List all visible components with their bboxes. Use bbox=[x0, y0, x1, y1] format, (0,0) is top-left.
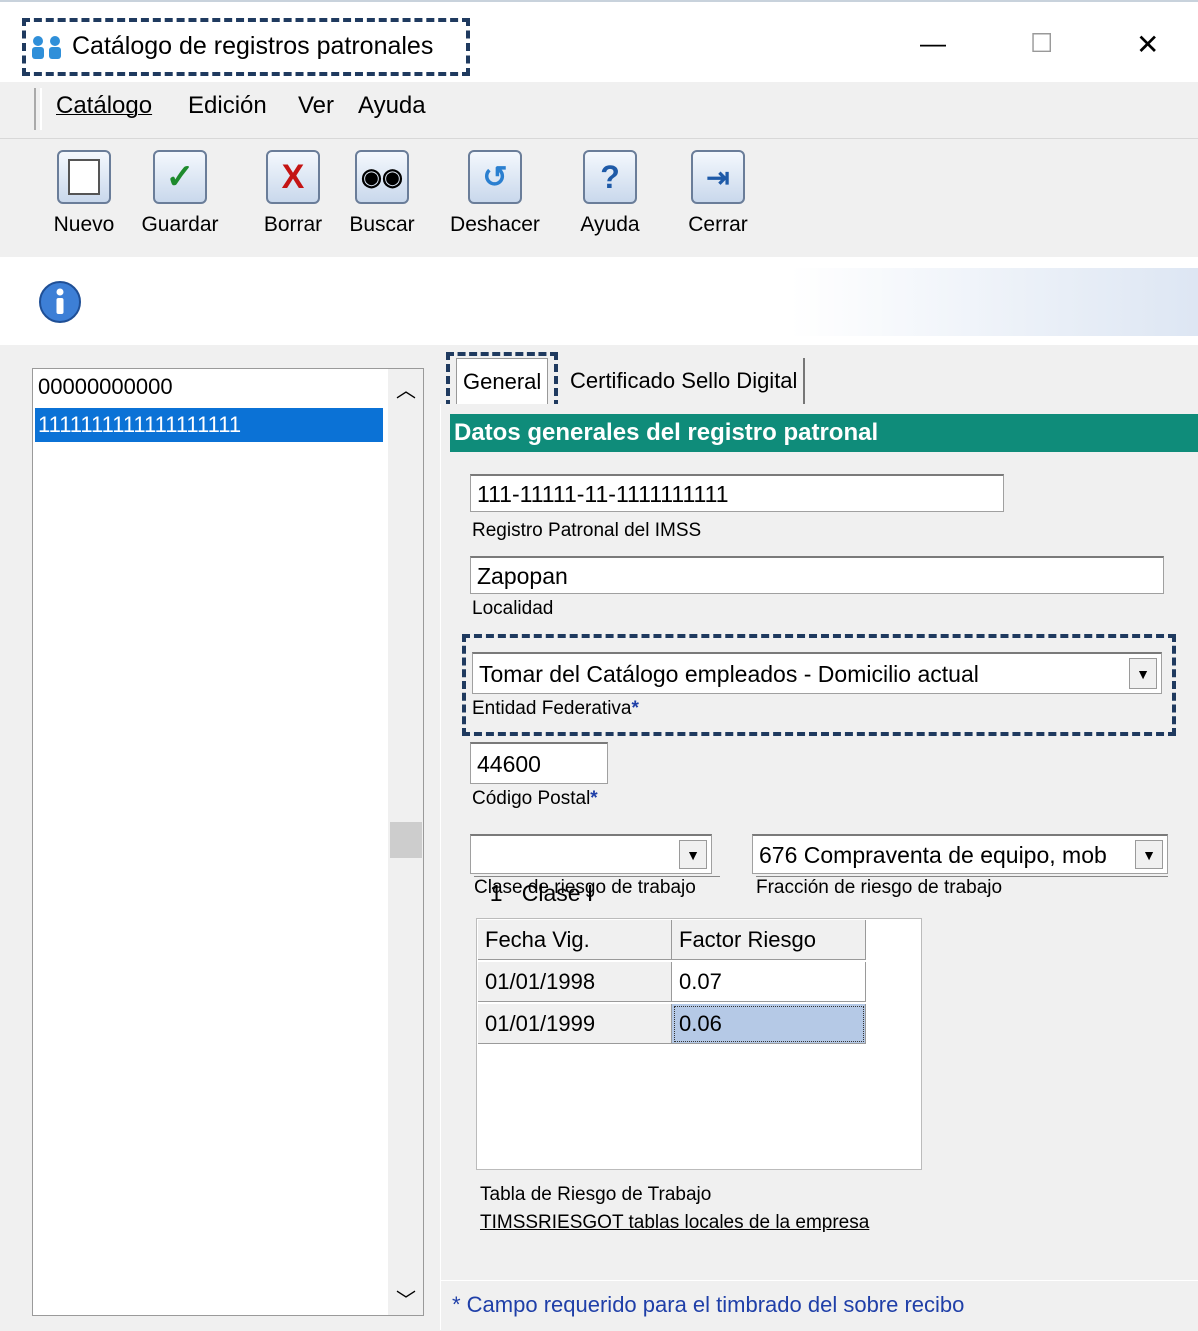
guardar-button[interactable]: ✓ Guardar bbox=[136, 150, 224, 237]
grid-header-fecha[interactable]: Fecha Vig. bbox=[478, 920, 672, 960]
entidad-label-text: Entidad Federativa bbox=[472, 698, 632, 719]
borrar-button[interactable]: X Borrar bbox=[256, 150, 330, 237]
close-button[interactable]: ✕ bbox=[1136, 28, 1159, 61]
grid-cell-fecha[interactable]: 01/01/1999 bbox=[478, 1004, 672, 1044]
delete-x-icon: X bbox=[266, 150, 320, 204]
borrar-label: Borrar bbox=[263, 213, 323, 236]
codigo-postal-label: Código Postal* bbox=[472, 788, 598, 810]
entidad-federativa-label: Entidad Federativa* bbox=[472, 698, 639, 720]
fraccion-riesgo-label: Fracción de riesgo de trabajo bbox=[756, 876, 1168, 899]
list-item[interactable]: 00000000000 bbox=[35, 370, 383, 404]
footer-divider bbox=[440, 1280, 1198, 1281]
deshacer-label: Deshacer bbox=[450, 213, 540, 236]
clase-riesgo-select[interactable]: 1 Clase I ▼ bbox=[470, 834, 712, 906]
menu-ver[interactable]: Ver bbox=[298, 92, 334, 120]
codigo-postal-label-text: Código Postal bbox=[472, 788, 591, 809]
guardar-label: Guardar bbox=[141, 213, 219, 236]
list-item-selected[interactable]: 1111111111111111111 bbox=[35, 408, 383, 442]
scroll-thumb[interactable] bbox=[390, 822, 422, 858]
menu-grip bbox=[34, 88, 42, 130]
required-note: * Campo requerido para el timbrado del s… bbox=[452, 1292, 965, 1317]
undo-icon: ↺ bbox=[468, 150, 522, 204]
buscar-button[interactable]: ◉◉ Buscar bbox=[342, 150, 422, 237]
ayuda-button[interactable]: ? Ayuda bbox=[570, 150, 650, 237]
registros-listbox[interactable] bbox=[32, 368, 424, 1316]
menu-bar bbox=[0, 82, 1198, 139]
exit-door-icon: ⇥ bbox=[691, 150, 745, 204]
table-link[interactable]: TIMSSRIESGOT tablas locales de la empres… bbox=[480, 1212, 869, 1234]
cerrar-label: Cerrar bbox=[688, 213, 748, 236]
new-document-icon bbox=[57, 150, 111, 204]
scroll-up-icon[interactable]: ︿ bbox=[396, 374, 416, 403]
registro-patronal-label: Registro Patronal del IMSS bbox=[472, 520, 702, 541]
localidad-label: Localidad bbox=[472, 598, 554, 619]
dropdown-arrow-icon[interactable]: ▼ bbox=[679, 840, 707, 869]
grid-cell-fecha[interactable]: 01/01/1998 bbox=[478, 962, 672, 1002]
info-icon bbox=[38, 280, 82, 324]
nuevo-label: Nuevo bbox=[53, 213, 115, 236]
grid-cell-factor-selected[interactable]: 0.06 bbox=[672, 1004, 866, 1044]
codigo-postal-input[interactable]: 44600 bbox=[470, 742, 608, 784]
required-asterisk: * bbox=[590, 788, 598, 809]
deshacer-button[interactable]: ↺ Deshacer bbox=[442, 150, 548, 237]
entidad-federativa-value: Tomar del Catálogo empleados - Domicilio… bbox=[479, 661, 979, 687]
nuevo-button[interactable]: Nuevo bbox=[46, 150, 122, 237]
menu-catalogo[interactable]: Catálogo bbox=[56, 92, 152, 120]
menu-ayuda[interactable]: Ayuda bbox=[358, 92, 426, 120]
fraccion-riesgo-value: 676 Compraventa de equipo, mob bbox=[759, 842, 1107, 868]
buscar-label: Buscar bbox=[349, 213, 415, 236]
grid-header-factor[interactable]: Factor Riesgo bbox=[672, 920, 866, 960]
tab-highlight-box bbox=[446, 352, 558, 408]
cerrar-button[interactable]: ⇥ Cerrar bbox=[680, 150, 756, 237]
clase-riesgo-label: Clase de riesgo de trabajo bbox=[474, 876, 720, 899]
dropdown-arrow-icon[interactable]: ▼ bbox=[1129, 658, 1157, 689]
localidad-input[interactable]: Zapopan bbox=[470, 556, 1164, 594]
ayuda-label: Ayuda bbox=[580, 213, 640, 236]
section-header: Datos generales del registro patronal bbox=[450, 414, 1198, 452]
help-question-icon: ? bbox=[583, 150, 637, 204]
fraccion-riesgo-select[interactable]: 676 Compraventa de equipo, mob ▼ bbox=[752, 834, 1168, 874]
binoculars-icon: ◉◉ bbox=[355, 150, 409, 204]
registro-patronal-input[interactable]: 111-11111-11-1111111111 bbox=[470, 474, 1004, 512]
info-strip bbox=[33, 268, 1198, 336]
maximize-button[interactable]: ☐ bbox=[1030, 28, 1053, 59]
required-asterisk: * bbox=[631, 698, 639, 719]
scroll-down-icon[interactable]: ﹀ bbox=[396, 1284, 416, 1313]
minimize-button[interactable]: — bbox=[920, 28, 946, 59]
tab-certificado[interactable]: Certificado Sello Digital bbox=[564, 358, 806, 406]
entidad-federativa-select[interactable]: Tomar del Catálogo empleados - Domicilio… bbox=[472, 652, 1162, 694]
menu-edicion[interactable]: Edición bbox=[188, 92, 267, 120]
table-caption: Tabla de Riesgo de Trabajo bbox=[480, 1184, 712, 1205]
checkmark-icon: ✓ bbox=[153, 150, 207, 204]
title-highlight-box bbox=[22, 18, 470, 76]
dropdown-arrow-icon[interactable]: ▼ bbox=[1135, 840, 1163, 869]
grid-cell-factor[interactable]: 0.07 bbox=[672, 962, 866, 1002]
